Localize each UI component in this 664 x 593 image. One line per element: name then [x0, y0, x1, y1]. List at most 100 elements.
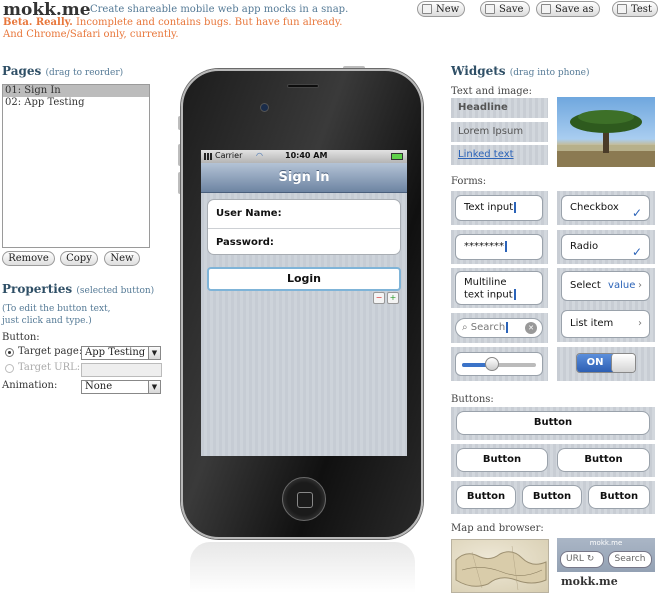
- radio-text: Radio: [570, 241, 599, 252]
- target-page-label: Target page:: [18, 346, 83, 357]
- button-widget-triple-right[interactable]: Button: [588, 485, 650, 509]
- properties-title: Properties: [2, 282, 73, 296]
- slider-thumb[interactable]: [485, 357, 499, 371]
- password-dots: ********: [464, 241, 504, 252]
- username-row[interactable]: User Name:: [208, 200, 400, 228]
- page-item-app-testing[interactable]: 02: App Testing: [3, 97, 149, 109]
- slider-widget[interactable]: [455, 352, 543, 376]
- save-as-button-label: Save as: [555, 3, 594, 15]
- button-widget-triple-middle[interactable]: Button: [522, 485, 582, 509]
- home-button: [282, 477, 326, 521]
- pages-title: Pages: [2, 64, 42, 78]
- checkbox-text: Checkbox: [570, 202, 619, 213]
- nav-title[interactable]: Sign In: [201, 163, 407, 193]
- password-widget[interactable]: ********: [455, 234, 543, 260]
- browser-search-field[interactable]: Search: [608, 551, 652, 568]
- text-image-label: Text and image:: [451, 86, 532, 97]
- new-file-icon: [422, 4, 432, 14]
- save-as-button[interactable]: Save as: [536, 1, 600, 17]
- button-label: Button:: [2, 332, 40, 343]
- browser-title: mokk.me: [589, 539, 623, 547]
- delete-icon[interactable]: −: [373, 292, 385, 304]
- pages-hint: (drag to reorder): [45, 68, 124, 78]
- new-page-button[interactable]: New: [104, 251, 140, 266]
- browser-url-field[interactable]: URL ↻: [560, 551, 604, 568]
- select-text: Select: [570, 280, 601, 291]
- multiline-widget[interactable]: Multiline text input: [455, 271, 543, 305]
- remove-page-button[interactable]: Remove: [2, 251, 55, 266]
- pages-heading: Pages (drag to reorder): [2, 64, 123, 78]
- list-item-widget[interactable]: List item ›: [561, 310, 650, 338]
- button-widget-pair-right[interactable]: Button: [557, 448, 650, 472]
- select-value: value: [608, 280, 636, 291]
- properties-help-line-1: (To edit the button text,: [2, 304, 111, 314]
- toggle-on-label: ON: [577, 354, 613, 372]
- pages-list[interactable]: 01: Sign In 02: App Testing: [2, 84, 150, 248]
- target-page-radio[interactable]: [5, 348, 14, 357]
- tagline: Create shareable mobile web app mocks in…: [90, 4, 349, 15]
- button-widget-pair-left[interactable]: Button: [456, 448, 548, 472]
- checkbox-widget[interactable]: Checkbox ✓: [561, 195, 650, 221]
- add-icon[interactable]: +: [387, 292, 399, 304]
- search-widget[interactable]: ⌕ Search ✕: [455, 318, 543, 338]
- target-page-select[interactable]: App Testing ▼: [81, 346, 161, 360]
- properties-help: (To edit the button text, just click and …: [2, 303, 111, 327]
- copy-page-button[interactable]: Copy: [60, 251, 98, 266]
- login-button[interactable]: Login: [207, 267, 401, 291]
- widgets-title: Widgets: [451, 64, 506, 78]
- reload-icon[interactable]: ↻: [587, 554, 595, 564]
- properties-help-line-2: just click and type.): [2, 316, 92, 326]
- button-widget-single[interactable]: Button: [456, 411, 650, 435]
- login-form-group[interactable]: User Name: Password:: [207, 199, 401, 255]
- new-button[interactable]: New: [417, 1, 465, 17]
- forms-label: Forms:: [451, 176, 487, 187]
- dropdown-arrow-icon: ▼: [148, 381, 160, 393]
- new-button-label: New: [436, 3, 460, 15]
- status-time: 10:40 AM: [285, 151, 328, 160]
- save-icon: [485, 4, 495, 14]
- target-url-label: Target URL:: [18, 362, 81, 373]
- phone-reflection: [190, 542, 415, 593]
- speaker-icon: [287, 84, 319, 88]
- save-button[interactable]: Save: [480, 1, 530, 17]
- target-page-value: App Testing: [85, 347, 146, 358]
- chevron-right-icon: ›: [638, 318, 642, 329]
- wifi-icon: ◠: [256, 151, 263, 160]
- radio-widget[interactable]: Radio ✓: [561, 234, 650, 260]
- text-input-text: Text input: [464, 202, 514, 213]
- target-url-input[interactable]: [81, 363, 162, 377]
- headline-widget[interactable]: Headline: [451, 98, 548, 118]
- beta-notice: Beta. Really. Incomplete and contains bu…: [3, 17, 342, 28]
- password-row[interactable]: Password:: [208, 228, 400, 256]
- widgets-heading: Widgets (drag into phone): [451, 64, 589, 78]
- clear-icon[interactable]: ✕: [525, 322, 537, 334]
- camera-icon: [260, 103, 269, 112]
- animation-label: Animation:: [2, 380, 58, 391]
- map-widget[interactable]: [451, 539, 549, 593]
- page-item-sign-in[interactable]: 01: Sign In: [3, 85, 149, 97]
- lorem-widget[interactable]: Lorem Ipsum: [451, 122, 548, 142]
- button-widget-triple-left[interactable]: Button: [456, 485, 516, 509]
- linked-text-widget[interactable]: Linked text: [451, 145, 548, 165]
- browser-widget[interactable]: mokk.me URL ↻ Search mokk.me: [557, 538, 655, 593]
- properties-heading: Properties (selected button): [2, 282, 154, 296]
- linked-text: Linked text: [458, 149, 514, 160]
- image-widget[interactable]: [557, 97, 655, 167]
- status-bar: Carrier ◠ 10:40 AM: [201, 150, 407, 163]
- text-caret: [513, 289, 516, 300]
- lorem-text: Lorem Ipsum: [458, 126, 524, 137]
- phone-screen[interactable]: Carrier ◠ 10:40 AM Sign In User Name: Pa…: [201, 150, 407, 456]
- select-widget[interactable]: Select value ›: [561, 271, 650, 301]
- test-button[interactable]: Test: [612, 1, 658, 17]
- properties-hint: (selected button): [76, 286, 155, 296]
- test-icon: [617, 4, 627, 14]
- save-as-icon: [541, 4, 551, 14]
- animation-select[interactable]: None ▼: [81, 380, 161, 394]
- text-input-widget[interactable]: Text input: [455, 195, 543, 221]
- battery-icon: [391, 153, 403, 160]
- toggle-switch[interactable]: ON: [576, 353, 636, 373]
- target-url-radio[interactable]: [5, 364, 14, 373]
- dropdown-arrow-icon: ▼: [148, 347, 160, 359]
- checkmark-icon: ✓: [631, 206, 642, 220]
- toggle-knob: [611, 354, 635, 372]
